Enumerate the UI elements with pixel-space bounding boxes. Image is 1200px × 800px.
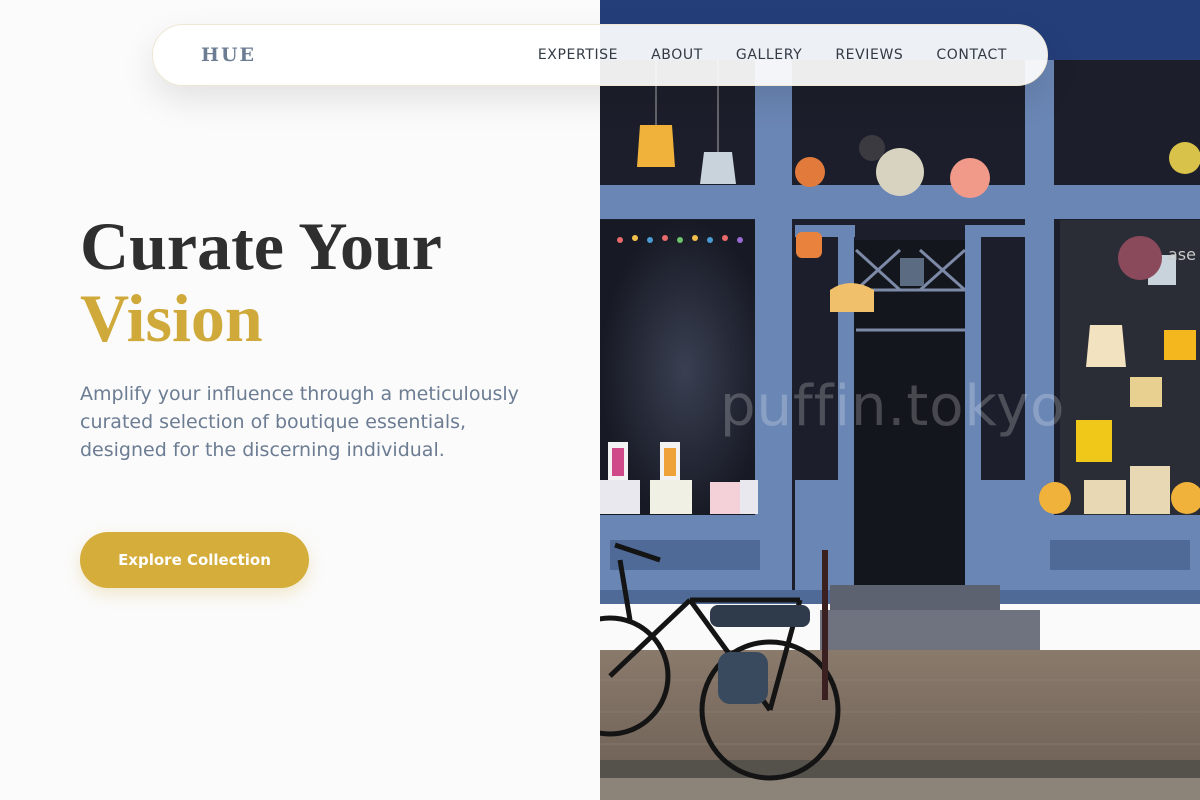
nav-links: EXPERTISE ABOUT GALLERY REVIEWS CONTACT [538,47,1007,63]
brand-logo[interactable]: HUE [201,44,256,66]
nav-link-gallery[interactable]: GALLERY [736,47,802,63]
nav-link-about[interactable]: ABOUT [651,47,703,63]
hero-description: Amplify your influence through a meticul… [80,383,519,461]
hero-image: ase puffin.tokyo [600,0,1200,800]
hero-title-line2: Vision [80,280,263,356]
top-navbar: HUE EXPERTISE ABOUT GALLERY REVIEWS CONT… [152,24,1048,86]
explore-collection-button[interactable]: Explore Collection [80,532,309,588]
nav-link-expertise[interactable]: EXPERTISE [538,47,618,63]
nav-link-reviews[interactable]: REVIEWS [835,47,903,63]
hero-title-line1: Curate Your [80,208,442,284]
hero-title: Curate Your Vision [80,210,442,354]
watermark-text: puffin.tokyo [720,374,1066,439]
shop-sign-text: ase [1168,245,1196,264]
nav-link-contact[interactable]: CONTACT [936,47,1007,63]
